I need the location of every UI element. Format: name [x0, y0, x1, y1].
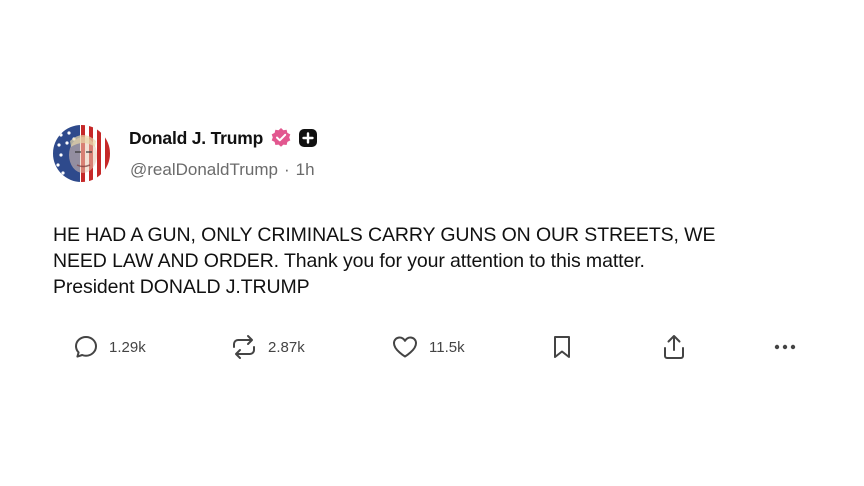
share-button[interactable] — [661, 330, 687, 364]
post-meta: @realDonaldTrump · 1h — [130, 160, 315, 180]
verified-badge-icon — [270, 127, 292, 149]
flag-portrait-avatar-icon — [53, 125, 110, 182]
meta-separator: · — [283, 160, 290, 179]
bookmark-icon — [554, 336, 570, 358]
more-icon — [774, 344, 796, 350]
post-card: Donald J. Trump @realDonaldTrump · 1h HE… — [0, 0, 864, 486]
reply-icon — [75, 336, 97, 358]
author-row: Donald J. Trump — [129, 126, 318, 150]
like-count: 11.5k — [429, 338, 465, 356]
repost-icon — [233, 335, 255, 359]
author-handle[interactable]: @realDonaldTrump — [130, 160, 278, 180]
post-text-line: President DONALD J.TRUMP — [53, 276, 310, 298]
avatar[interactable] — [53, 125, 110, 182]
repost-button[interactable]: 2.87k — [230, 330, 305, 364]
repost-count: 2.87k — [268, 338, 305, 356]
post-timestamp[interactable]: 1h — [296, 160, 315, 180]
post-text-line: HE HAD A GUN, ONLY CRIMINALS CARRY GUNS … — [53, 224, 716, 246]
follow-plus-icon[interactable] — [298, 128, 318, 148]
like-button[interactable]: 11.5k — [391, 330, 465, 364]
post-text: HE HAD A GUN, ONLY CRIMINALS CARRY GUNS … — [53, 222, 813, 300]
reply-button[interactable]: 1.29k — [73, 330, 146, 364]
action-bar: 1.29k 2.87k 11.5k — [0, 330, 864, 364]
reply-count: 1.29k — [109, 338, 146, 356]
share-icon — [664, 335, 684, 359]
more-button[interactable] — [772, 330, 798, 364]
post-text-line: NEED LAW AND ORDER. Thank you for your a… — [53, 250, 645, 272]
bookmark-button[interactable] — [551, 330, 573, 364]
heart-icon — [393, 336, 417, 358]
author-name[interactable]: Donald J. Trump — [129, 128, 263, 149]
